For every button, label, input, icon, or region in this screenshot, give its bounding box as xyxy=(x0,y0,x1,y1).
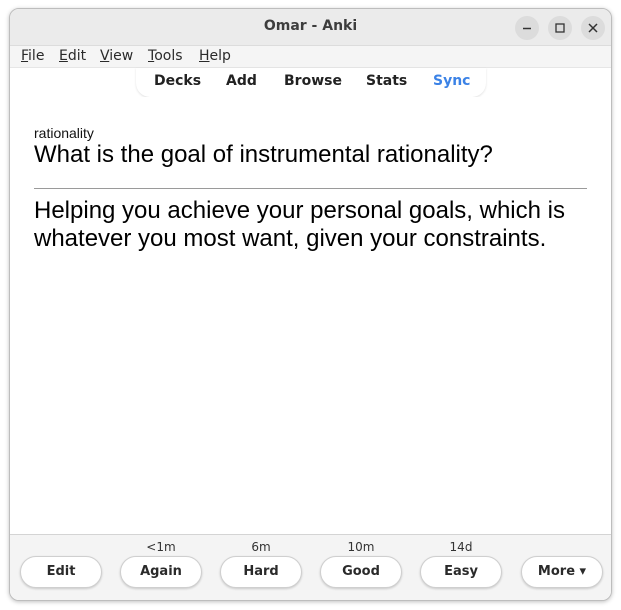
menu-file[interactable]: File xyxy=(21,48,44,64)
review-bar: Edit <1m Again 6m Hard 10m Good 14d Easy… xyxy=(10,534,611,600)
title-bar[interactable]: Omar - Anki xyxy=(10,9,611,46)
close-button[interactable] xyxy=(581,16,605,40)
menu-view[interactable]: View xyxy=(100,48,133,64)
toolbar-stats[interactable]: Stats xyxy=(366,73,407,89)
minimize-button[interactable] xyxy=(515,16,539,40)
hard-button[interactable]: Hard xyxy=(220,556,302,588)
easy-button[interactable]: Easy xyxy=(420,556,502,588)
menu-tools[interactable]: Tools xyxy=(148,48,183,64)
easy-interval: 14d xyxy=(449,540,473,554)
hard-interval: 6m xyxy=(251,540,271,554)
menu-edit[interactable]: Edit xyxy=(59,48,86,64)
menu-help[interactable]: Help xyxy=(199,48,231,64)
again-button[interactable]: Again xyxy=(120,556,202,588)
edit-button[interactable]: Edit xyxy=(20,556,102,588)
good-button[interactable]: Good xyxy=(320,556,402,588)
main-toolbar: Decks Add Browse Stats Sync xyxy=(136,68,486,97)
maximize-button[interactable] xyxy=(548,16,572,40)
close-icon xyxy=(588,23,598,33)
maximize-icon xyxy=(555,23,565,33)
toolbar-browse[interactable]: Browse xyxy=(284,73,342,89)
card-tag: rationality xyxy=(34,125,94,141)
toolbar-decks[interactable]: Decks xyxy=(154,73,201,89)
good-interval: 10m xyxy=(347,540,375,554)
card-answer: Helping you achieve your personal goals,… xyxy=(34,197,565,252)
toolbar-add[interactable]: Add xyxy=(226,73,257,89)
minimize-icon xyxy=(523,27,531,30)
more-button[interactable]: More ▾ xyxy=(521,556,603,588)
menu-bar: File Edit View Tools Help xyxy=(10,46,611,68)
card-view: rationality What is the goal of instrume… xyxy=(10,97,611,535)
answer-divider xyxy=(34,188,587,189)
toolbar-sync[interactable]: Sync xyxy=(433,73,470,89)
again-interval: <1m xyxy=(146,540,176,554)
anki-window: Omar - Anki File Edit View Tools Help De… xyxy=(9,8,612,601)
card-question: What is the goal of instrumental rationa… xyxy=(34,141,493,168)
